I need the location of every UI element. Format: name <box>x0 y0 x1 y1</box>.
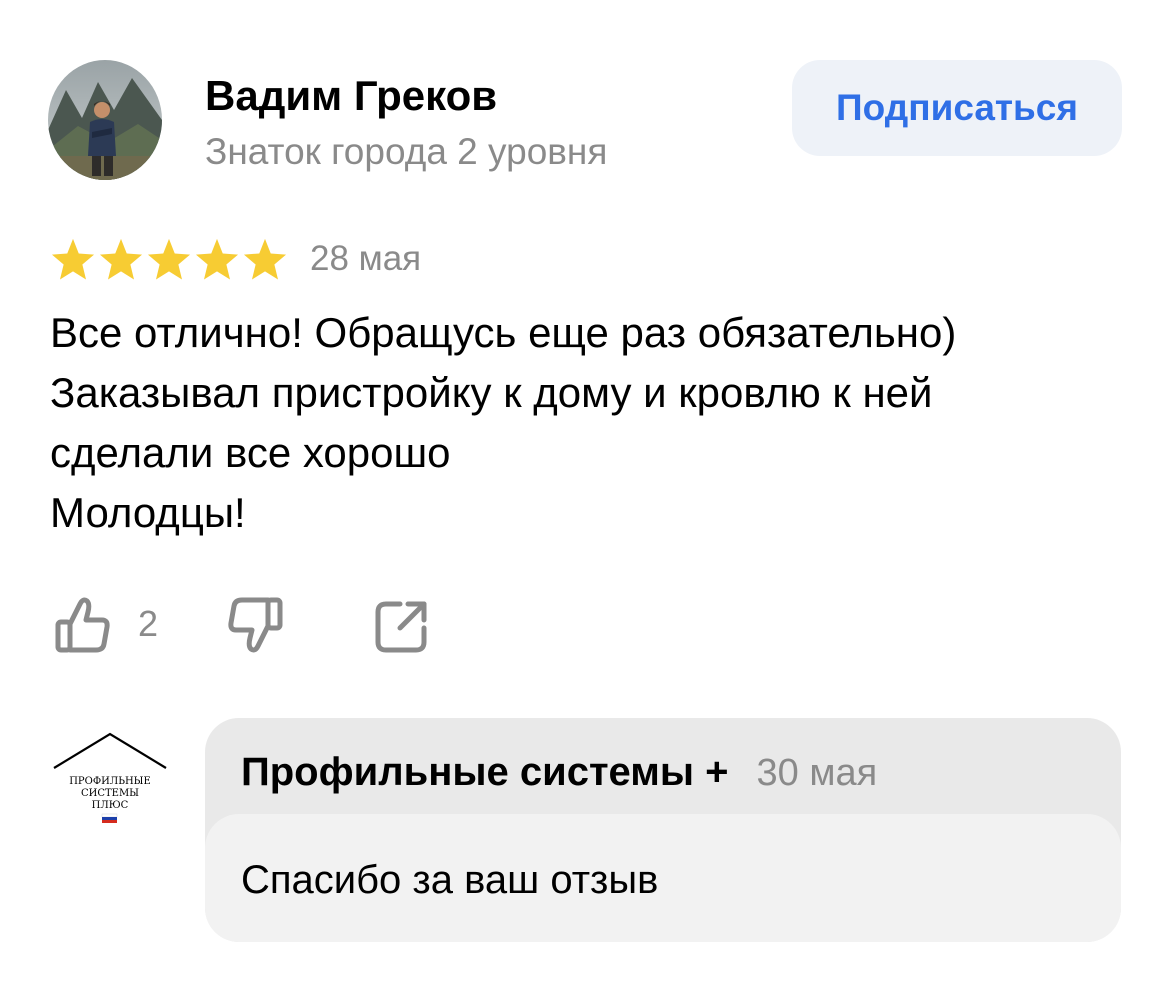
company-reply: Профильные системы + 30 мая Спасибо за в… <box>205 718 1121 942</box>
subscribe-button[interactable]: Подписаться <box>792 60 1122 156</box>
reply-header: Профильные системы + 30 мая <box>241 744 877 800</box>
star-icon <box>51 238 95 280</box>
thumbs-down-icon[interactable] <box>222 592 288 658</box>
logo-line-1: ПРОФИЛЬНЫЕ <box>69 776 151 787</box>
like-count: 2 <box>138 603 159 644</box>
company-logo-image: ПРОФИЛЬНЫЕ СИСТЕМЫ ПЛЮС <box>48 726 172 832</box>
author-level: Знаток города 2 уровня <box>205 131 608 172</box>
review-text-line: Молодцы! <box>50 489 246 536</box>
star-icon <box>195 238 239 280</box>
star-rating <box>50 237 288 281</box>
avatar-photo <box>48 60 162 180</box>
review-date: 28 мая <box>310 239 422 278</box>
star-icon <box>243 238 287 280</box>
share-icon[interactable] <box>370 592 436 658</box>
author-avatar[interactable] <box>48 60 162 180</box>
reply-text: Спасибо за ваш отзыв <box>241 858 659 902</box>
rating-row: 28 мая <box>50 234 421 284</box>
russian-flag-icon <box>101 813 118 823</box>
author-name[interactable]: Вадим Греков <box>205 70 497 122</box>
logo-line-3: ПЛЮС <box>92 800 129 811</box>
review-text-line: сделали все хорошо <box>50 429 451 476</box>
review-text-line: Заказывал пристройку к дому и кровлю к н… <box>50 369 933 416</box>
logo-line-2: СИСТЕМЫ <box>81 788 139 799</box>
review-text: Все отлично! Обращусь еще раз обязательн… <box>50 303 1130 543</box>
thumbs-up-icon[interactable] <box>50 592 116 658</box>
star-icon <box>147 238 191 280</box>
star-icon <box>99 238 143 280</box>
review-text-line: Все отлично! Обращусь еще раз обязательн… <box>50 309 957 356</box>
reply-date: 30 мая <box>756 752 878 794</box>
company-logo[interactable]: ПРОФИЛЬНЫЕ СИСТЕМЫ ПЛЮС <box>48 726 172 832</box>
reply-body: Спасибо за ваш отзыв <box>205 814 1121 942</box>
reply-company-name[interactable]: Профильные системы + <box>241 744 729 800</box>
review-card: Вадим Греков Знаток города 2 уровня Подп… <box>0 0 1170 1001</box>
